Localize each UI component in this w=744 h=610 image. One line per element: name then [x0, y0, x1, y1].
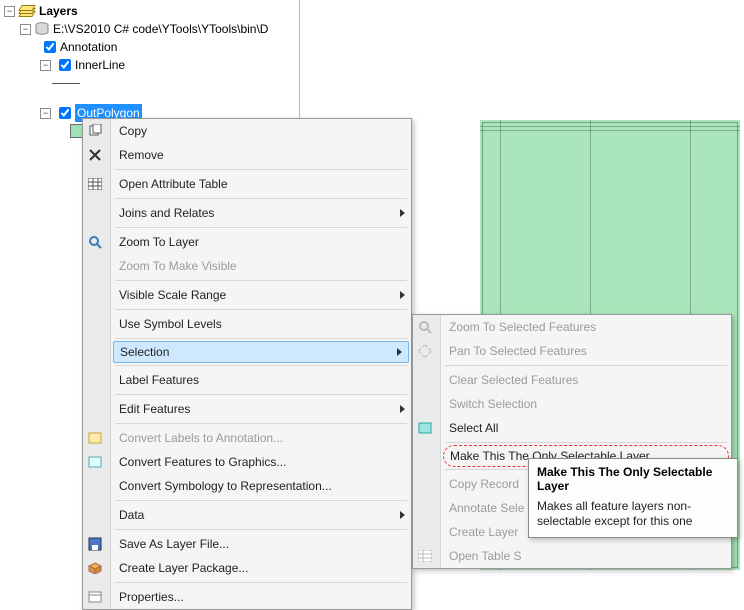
package-icon — [87, 560, 103, 576]
menu-convert-symbology[interactable]: Convert Symbology to Representation... — [111, 474, 411, 498]
menu-use-symbol-levels[interactable]: Use Symbol Levels — [111, 312, 411, 336]
menu-create-package[interactable]: Create Layer Package... — [111, 556, 411, 580]
tooltip-body: Makes all feature layers non-selectable … — [537, 499, 729, 529]
collapse-icon[interactable]: − — [4, 6, 15, 17]
select-all-icon — [417, 420, 433, 436]
tree-layer-innerline[interactable]: − InnerLine — [2, 56, 297, 74]
pan-selected-icon — [417, 343, 433, 359]
tooltip-title: Make This The Only Selectable Layer — [537, 465, 729, 493]
innerline-symbol[interactable] — [2, 74, 297, 92]
remove-icon — [87, 147, 103, 163]
tree-datasource[interactable]: − E:\VS2010 C# code\YTools\YTools\bin\D — [2, 20, 297, 38]
layer-label: Annotation — [60, 38, 117, 56]
menu-zoom-to-layer[interactable]: Zoom To Layer — [111, 230, 411, 254]
submenu-open-table: Open Table S — [441, 544, 731, 568]
menu-selection[interactable]: Selection — [113, 341, 409, 363]
menu-save-as-layer[interactable]: Save As Layer File... — [111, 532, 411, 556]
tooltip: Make This The Only Selectable Layer Make… — [528, 458, 738, 538]
submenu-arrow-icon — [400, 405, 405, 413]
collapse-icon[interactable]: − — [40, 60, 51, 71]
visibility-checkbox[interactable] — [59, 59, 71, 71]
collapse-icon[interactable]: − — [40, 108, 51, 119]
submenu-pan-selected: Pan To Selected Features — [441, 339, 731, 363]
tree-datasource-label: E:\VS2010 C# code\YTools\YTools\bin\D — [53, 20, 268, 38]
menu-convert-labels: Convert Labels to Annotation... — [111, 426, 411, 450]
zoom-selected-icon — [417, 319, 433, 335]
menu-joins-relates[interactable]: Joins and Relates — [111, 201, 411, 225]
layer-label: InnerLine — [75, 56, 125, 74]
menu-convert-features[interactable]: Convert Features to Graphics... — [111, 450, 411, 474]
tree-root-label: Layers — [39, 2, 78, 20]
collapse-icon[interactable]: − — [20, 24, 31, 35]
menu-zoom-make-visible: Zoom To Make Visible — [111, 254, 411, 278]
layers-icon — [19, 5, 35, 17]
zoom-layer-icon — [87, 234, 103, 250]
menu-data[interactable]: Data — [111, 503, 411, 527]
table-icon — [417, 548, 433, 564]
visibility-checkbox[interactable] — [44, 41, 56, 53]
menu-open-attribute-table[interactable]: Open Attribute Table — [111, 172, 411, 196]
menu-label-features[interactable]: Label Features — [111, 368, 411, 392]
layer-context-menu: Copy Remove Open Attribute Table Joins a… — [82, 118, 412, 610]
properties-icon — [87, 589, 103, 605]
menu-visible-scale-range[interactable]: Visible Scale Range — [111, 283, 411, 307]
tree-layer-annotation[interactable]: Annotation — [2, 38, 297, 56]
submenu-arrow-icon — [400, 291, 405, 299]
submenu-switch-selection: Switch Selection — [441, 392, 731, 416]
submenu-arrow-icon — [400, 209, 405, 217]
menu-properties[interactable]: Properties... — [111, 585, 411, 609]
submenu-arrow-icon — [400, 511, 405, 519]
menu-remove[interactable]: Remove — [111, 143, 411, 167]
submenu-zoom-selected: Zoom To Selected Features — [441, 315, 731, 339]
convert-features-icon — [87, 454, 103, 470]
menu-edit-features[interactable]: Edit Features — [111, 397, 411, 421]
copy-icon — [87, 123, 103, 139]
visibility-checkbox[interactable] — [59, 107, 71, 119]
submenu-select-all[interactable]: Select All — [441, 416, 731, 440]
submenu-arrow-icon — [397, 348, 402, 356]
submenu-clear-selected: Clear Selected Features — [441, 368, 731, 392]
tree-root[interactable]: − Layers — [2, 2, 297, 20]
convert-labels-icon — [87, 430, 103, 446]
geodatabase-icon — [35, 22, 49, 36]
table-icon — [87, 176, 103, 192]
menu-copy[interactable]: Copy — [111, 119, 411, 143]
save-icon — [87, 536, 103, 552]
